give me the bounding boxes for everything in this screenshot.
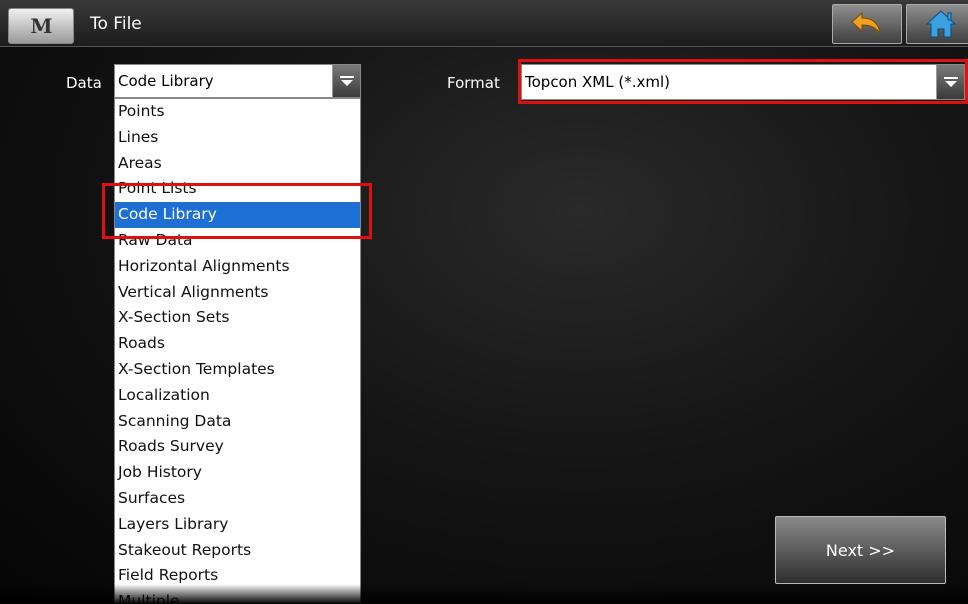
back-arrow-icon: [851, 11, 881, 35]
dropdown-item[interactable]: Points: [115, 99, 360, 125]
main-menu-button[interactable]: M: [8, 8, 74, 44]
dropdown-item[interactable]: Roads Survey: [115, 434, 360, 460]
dropdown-item[interactable]: Localization: [115, 383, 360, 409]
chevron-down-icon: [339, 76, 354, 86]
data-label: Data: [66, 74, 102, 92]
to-file-screen: M To File Data Code Library Format Topco…: [0, 0, 968, 604]
back-button[interactable]: [832, 4, 902, 44]
dropdown-item[interactable]: Lines: [115, 125, 360, 151]
main-menu-label: M: [30, 14, 52, 38]
dropdown-item[interactable]: X-Section Templates: [115, 357, 360, 383]
dropdown-item[interactable]: Surfaces: [115, 486, 360, 512]
data-dropdown-list: Points Lines Areas Point Lists Code Library R…: [114, 98, 361, 604]
title-bar: M To File: [0, 0, 968, 47]
dropdown-item[interactable]: Stakeout Reports: [115, 538, 360, 564]
dropdown-item[interactable]: Areas: [115, 151, 360, 177]
page-title: To File: [90, 14, 142, 34]
dropdown-item[interactable]: Roads: [115, 331, 360, 357]
bottom-fade: [0, 584, 968, 604]
dropdown-item[interactable]: X-Section Sets: [115, 305, 360, 331]
dropdown-item[interactable]: Layers Library: [115, 512, 360, 538]
dropdown-item[interactable]: Horizontal Alignments: [115, 254, 360, 280]
data-select-arrow[interactable]: [332, 65, 360, 97]
home-button[interactable]: [906, 4, 968, 44]
data-select[interactable]: Code Library: [114, 64, 361, 98]
dropdown-item[interactable]: Vertical Alignments: [115, 280, 360, 306]
selected-item-highlight-box: [102, 183, 372, 239]
next-button[interactable]: Next >>: [775, 516, 946, 584]
home-icon: [925, 10, 957, 38]
format-label: Format: [447, 74, 500, 92]
dropdown-item[interactable]: Scanning Data: [115, 409, 360, 435]
data-select-value: Code Library: [118, 72, 214, 90]
dropdown-item[interactable]: Job History: [115, 460, 360, 486]
format-highlight-box: [518, 59, 968, 104]
